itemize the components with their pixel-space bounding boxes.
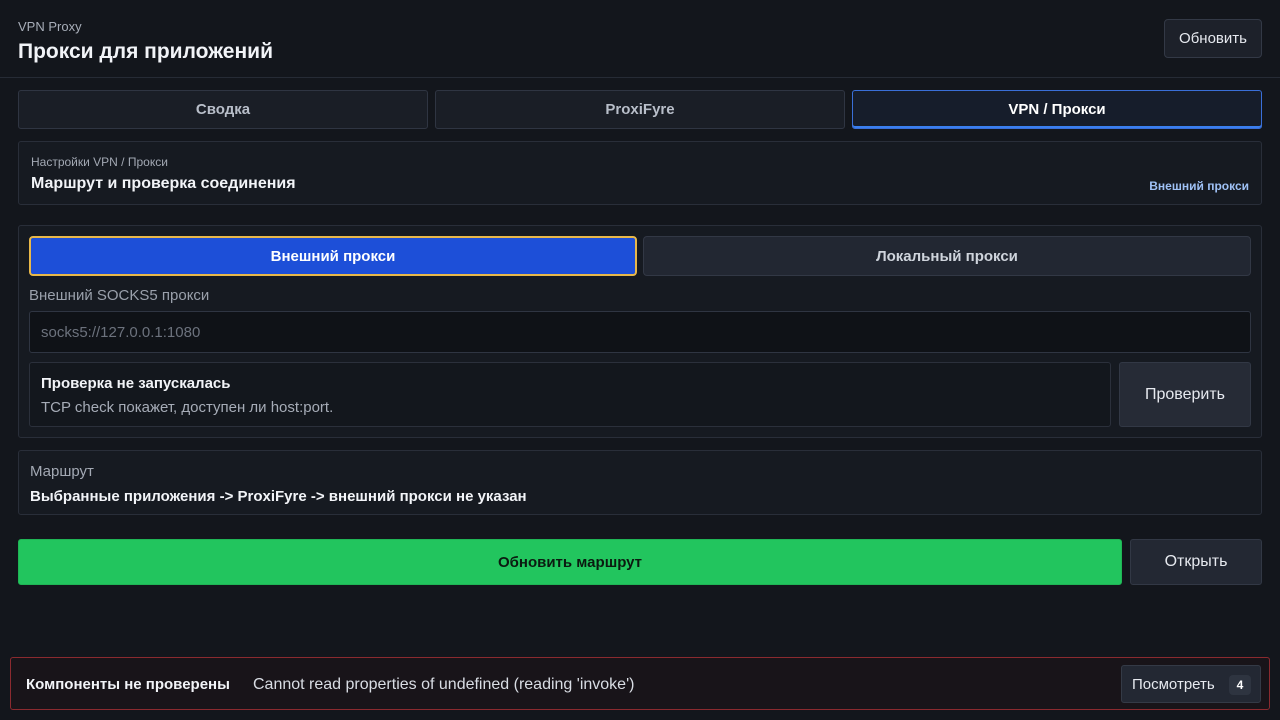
status-title: Компоненты не проверены — [26, 676, 230, 693]
open-button[interactable]: Открыть — [1130, 539, 1262, 585]
external-proxy-button[interactable]: Внешний прокси — [29, 236, 637, 276]
socks5-field-label: Внешний SOCKS5 прокси — [29, 287, 210, 304]
check-button[interactable]: Проверить — [1119, 362, 1251, 427]
check-status-box: Проверка не запускалась TCP check покаже… — [29, 362, 1111, 427]
status-bar: Компоненты не проверены Cannot read prop… — [10, 657, 1270, 710]
check-status-description: TCP check покажет, доступен ли host:port… — [41, 399, 334, 416]
check-status-title: Проверка не запускалась — [41, 375, 231, 392]
tab-proxifyre[interactable]: ProxiFyre — [435, 90, 845, 129]
section-header: Настройки VPN / Прокси Маршрут и проверк… — [18, 141, 1262, 205]
refresh-button[interactable]: Обновить — [1164, 19, 1262, 58]
mode-badge: Внешний прокси — [1149, 179, 1249, 193]
update-route-button[interactable]: Обновить маршрут — [18, 539, 1122, 585]
page-title: Прокси для приложений — [18, 40, 273, 63]
app-header: VPN Proxy Прокси для приложений Обновить — [0, 0, 1280, 78]
route-value: Выбранные приложения -> ProxiFyre -> вне… — [30, 488, 527, 505]
section-title: Маршрут и проверка соединения — [31, 175, 296, 192]
local-proxy-button[interactable]: Локальный прокси — [643, 236, 1251, 276]
route-label: Маршрут — [30, 463, 94, 480]
view-button[interactable]: Посмотреть 4 — [1121, 665, 1261, 703]
section-subtitle: Настройки VPN / Прокси — [31, 155, 168, 169]
issue-count-badge: 4 — [1229, 675, 1251, 695]
route-panel: Маршрут Выбранные приложения -> ProxiFyr… — [18, 450, 1262, 515]
proxy-settings-panel: Внешний прокси Локальный прокси Внешний … — [18, 225, 1262, 438]
tab-vpn-proxy[interactable]: VPN / Прокси — [852, 90, 1262, 129]
view-button-label: Посмотреть — [1132, 675, 1215, 693]
tab-bar: Сводка ProxiFyre VPN / Прокси — [18, 90, 1262, 129]
status-message: Cannot read properties of undefined (rea… — [253, 676, 635, 693]
socks5-proxy-input[interactable] — [29, 311, 1251, 353]
app-name: VPN Proxy — [18, 19, 82, 34]
tab-summary[interactable]: Сводка — [18, 90, 428, 129]
